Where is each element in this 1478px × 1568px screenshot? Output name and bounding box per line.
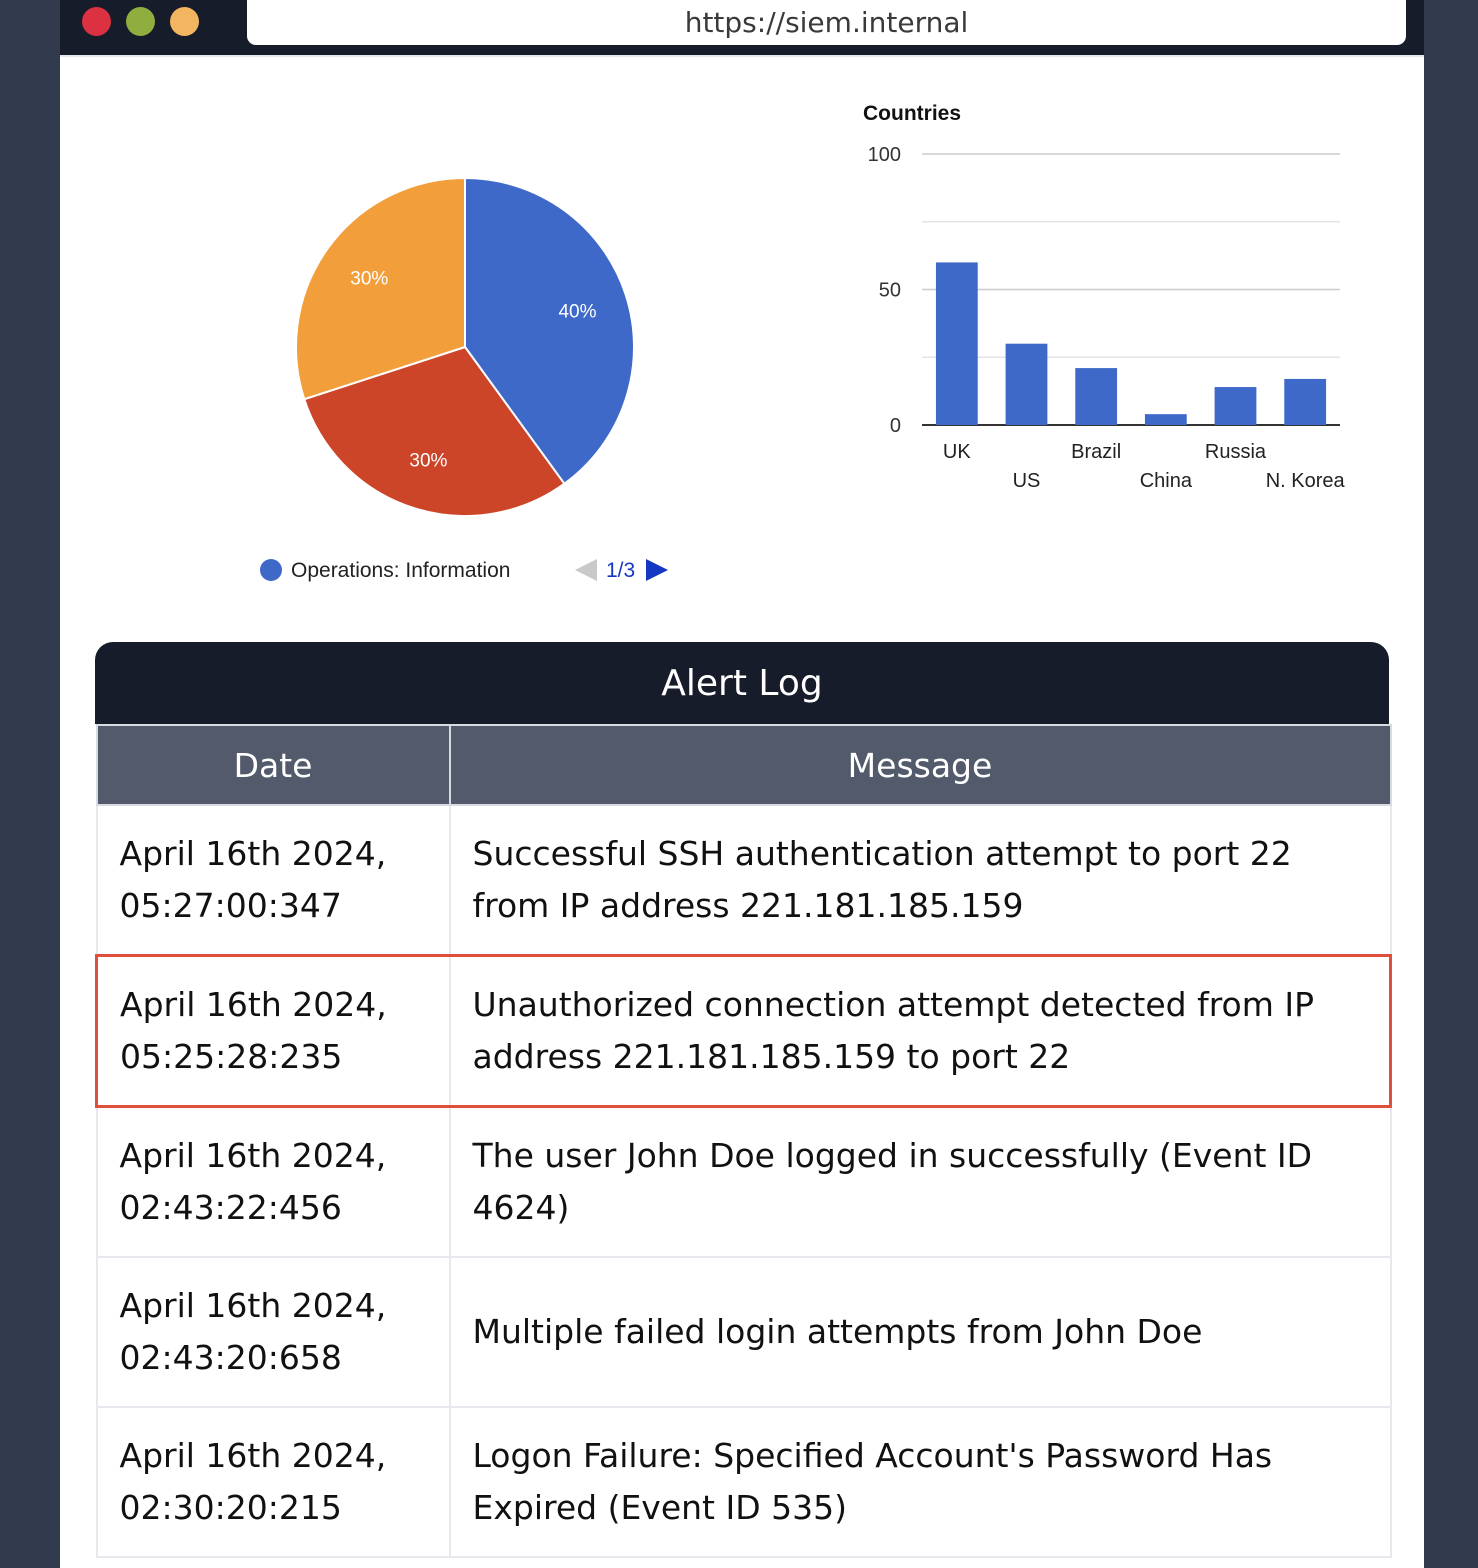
pie-chart-svg: 40% 30% 30% Operations: Information 1/3 [260,176,668,582]
row-message: Multiple failed login attempts from John… [448,1256,1392,1408]
alert-log-title: Alert Log [661,662,823,704]
table-row-highlighted[interactable]: April 16th 2024, 05:25:28:235 Unauthoriz… [95,954,1392,1108]
chart-title: Countries [863,102,961,125]
row-date: April 16th 2024, 02:43:22:456 [95,1105,451,1258]
close-window-button[interactable] [82,7,111,36]
x-category-label: Russia [1205,441,1267,463]
row-message: Unauthorized connection attempt detected… [448,954,1392,1108]
bar-russia[interactable] [1214,387,1257,425]
x-category-label: UK [943,441,971,463]
bar-n-korea[interactable] [1284,378,1327,425]
table-row[interactable]: April 16th 2024, 05:27:00:347 Successful… [95,804,1392,957]
table-row[interactable]: April 16th 2024, 02:43:20:658 Multiple f… [95,1256,1392,1408]
row-message: Successful SSH authentication attempt to… [448,804,1392,957]
pie-chart: 40% 30% 30% Operations: Information 1/3 [160,140,720,600]
maximize-window-button[interactable] [126,7,155,36]
row-date: April 16th 2024, 02:43:20:658 [95,1256,451,1408]
bar-us[interactable] [1005,343,1048,425]
bar-brazil[interactable] [1075,368,1118,425]
y-tick-label: 50 [879,280,901,302]
pie-slice-label-1: 30% [409,451,447,472]
column-header-date[interactable]: Date [95,724,451,806]
minimize-window-button[interactable] [170,7,199,36]
x-category-label: Brazil [1071,441,1121,463]
pie-slice-label-2: 30% [350,268,388,289]
bar-chart-svg: Countries 0 50 100 UK US Brazil China Russia N.… [863,102,1346,492]
url-text: https://siem.internal [684,6,969,39]
y-tick-label: 100 [868,144,901,166]
pie-slice-label-0: 40% [558,301,596,322]
column-header-message[interactable]: Message [448,724,1392,806]
legend-label: Operations: Information [291,559,510,582]
x-category-label: China [1140,470,1193,492]
browser-window: https://siem.internal 40% 30% 30% Operatio… [60,0,1424,1568]
table-row[interactable]: April 16th 2024, 02:43:22:456 The user J… [95,1105,1392,1258]
x-category-label: US [1013,470,1041,492]
row-message: Logon Failure: Specified Account's Passw… [448,1406,1392,1558]
bar-chart: Countries 0 50 100 UK US Brazil China Russia N.… [790,90,1370,510]
alert-log-panel: Alert Log Date Message April 16th 2024, … [95,642,1392,1568]
browser-titlebar: https://siem.internal [60,0,1424,57]
alert-log-table: Date Message April 16th 2024, 05:27:00:3… [95,724,1392,1558]
y-tick-label: 0 [890,415,901,437]
pager-next-icon[interactable] [646,559,668,581]
row-date: April 16th 2024, 05:25:28:235 [95,954,451,1108]
bar-uk[interactable] [935,262,978,425]
table-row[interactable]: April 16th 2024, 02:30:20:215 Logon Fail… [95,1406,1392,1558]
table-header-row: Date Message [95,724,1392,806]
alert-log-header: Alert Log [95,642,1389,724]
row-date: April 16th 2024, 05:27:00:347 [95,804,451,957]
pager-prev-icon[interactable] [575,559,597,581]
row-date: April 16th 2024, 02:30:20:215 [95,1406,451,1558]
row-message: The user John Doe logged in successfully… [448,1105,1392,1258]
legend-swatch [260,559,282,581]
bar-china[interactable] [1144,414,1187,425]
x-category-label: N. Korea [1266,470,1346,492]
address-bar[interactable]: https://siem.internal [247,0,1406,45]
pager-text: 1/3 [606,559,635,582]
